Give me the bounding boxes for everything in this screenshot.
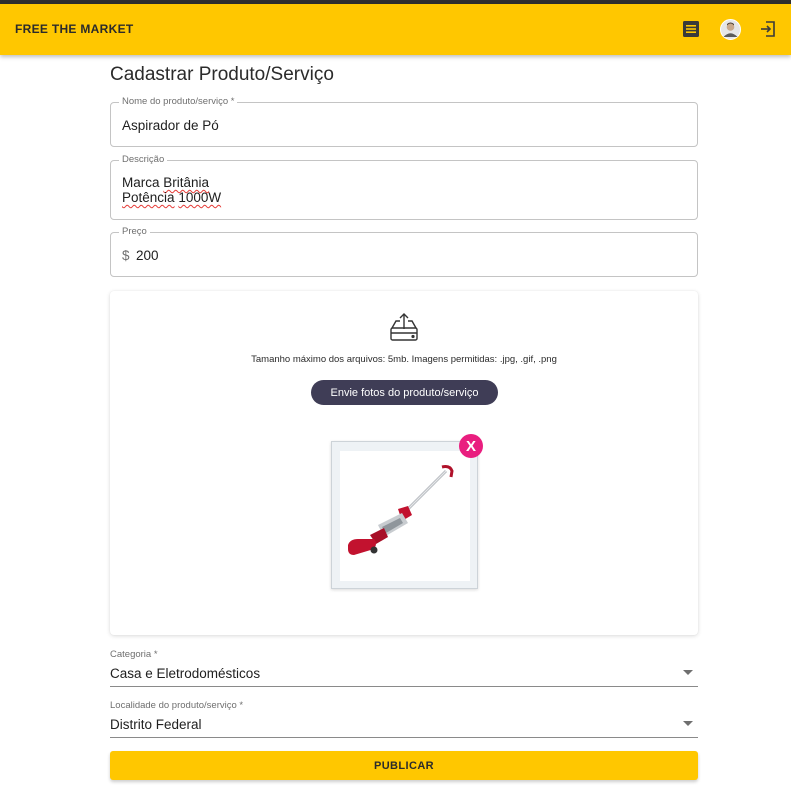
product-name-label: Nome do produto/serviço * [119, 96, 238, 108]
description-line-2: Potência 1000W [122, 190, 221, 205]
location-select[interactable]: Localidade do produto/serviço * Distrito… [110, 700, 698, 738]
list-icon[interactable] [680, 18, 702, 40]
description-value[interactable]: Marca Britânia Potência 1000W [122, 175, 221, 205]
product-name-field[interactable]: Nome do produto/serviço * Aspirador de P… [110, 96, 698, 147]
price-label: Preço [119, 226, 150, 238]
photo-upload-area[interactable]: Tamanho máximo dos arquivos: 5mb. Imagen… [110, 291, 698, 635]
vacuum-cleaner-image [348, 465, 454, 555]
logout-icon[interactable] [757, 18, 779, 40]
chevron-down-icon[interactable] [683, 721, 693, 726]
product-name-value[interactable]: Aspirador de Pó [122, 118, 219, 133]
description-field[interactable]: Descrição Marca Britânia Potência 1000W [110, 154, 698, 220]
category-value: Casa e Eletrodomésticos [110, 666, 261, 681]
price-value[interactable]: 200 [136, 248, 159, 263]
chevron-down-icon[interactable] [683, 670, 693, 675]
upload-photos-button[interactable]: Envie fotos do produto/serviço [311, 380, 498, 405]
description-word: Marca [122, 175, 160, 190]
category-select[interactable]: Categoria * Casa e Eletrodomésticos [110, 649, 698, 687]
currency-prefix: $ [122, 248, 130, 263]
price-field[interactable]: Preço $ 200 [110, 226, 698, 277]
photo-thumbnail [331, 441, 478, 589]
description-word-misspelled: Britânia [163, 175, 210, 190]
brand-title[interactable]: FREE THE MARKET [15, 22, 134, 36]
photo-image [340, 451, 470, 581]
description-line-1: Marca Britânia [122, 175, 221, 190]
remove-photo-button[interactable]: X [459, 434, 483, 458]
description-word-misspelled: 1000W [178, 190, 222, 205]
category-label: Categoria * [110, 649, 158, 660]
avatar[interactable] [719, 18, 741, 40]
publish-button[interactable]: PUBLICAR [110, 751, 698, 780]
description-word-misspelled: Potência [122, 190, 175, 205]
location-label: Localidade do produto/serviço * [110, 700, 244, 711]
description-label: Descrição [119, 154, 168, 166]
app-bar: FREE THE MARKET [0, 4, 791, 55]
upload-tray-icon [388, 310, 420, 344]
upload-hint: Tamanho máximo dos arquivos: 5mb. Imagen… [251, 354, 557, 365]
page-title: Cadastrar Produto/Serviço [110, 64, 334, 85]
location-value: Distrito Federal [110, 717, 202, 732]
